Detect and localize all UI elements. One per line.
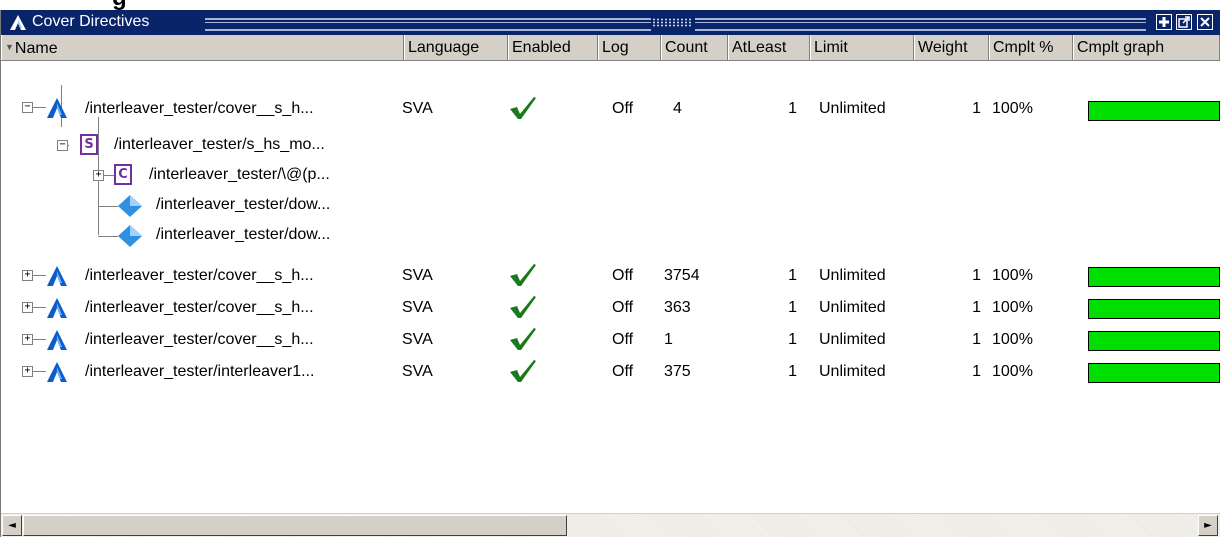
cover-directives-window: Cover Directives ▼Name Language Enabled … bbox=[0, 10, 1220, 537]
column-limit[interactable]: Limit bbox=[810, 35, 914, 60]
dock-button[interactable] bbox=[1156, 14, 1172, 30]
row-name: /interleaver_tester/cover__s_h... bbox=[85, 331, 314, 348]
expand-toggle[interactable]: + bbox=[22, 302, 33, 313]
column-language[interactable]: Language bbox=[404, 35, 508, 60]
row-cmplt-pct: 100% bbox=[992, 100, 1033, 117]
row-count: 3754 bbox=[664, 267, 700, 284]
row-weight: 1 bbox=[972, 100, 981, 117]
completion-bar bbox=[1088, 267, 1220, 287]
row-count: 1 bbox=[664, 331, 673, 348]
checkmark-icon bbox=[508, 294, 538, 325]
row-weight: 1 bbox=[972, 331, 981, 348]
titlebar-grip-right[interactable] bbox=[695, 18, 1146, 31]
row-name: /interleaver_tester/s_hs_mo... bbox=[114, 136, 325, 153]
row-cmplt-pct: 100% bbox=[992, 299, 1033, 316]
row-name: /interleaver_tester/dow... bbox=[156, 196, 331, 213]
sequence-icon: S bbox=[80, 134, 98, 155]
column-atleast[interactable]: AtLeast bbox=[728, 35, 810, 60]
column-log[interactable]: Log bbox=[598, 35, 661, 60]
cover-directive-icon bbox=[46, 297, 68, 324]
row-weight: 1 bbox=[972, 267, 981, 284]
row-limit: Unlimited bbox=[819, 267, 886, 284]
row-count: 363 bbox=[664, 299, 691, 316]
row-name: /interleaver_tester/cover__s_h... bbox=[85, 100, 314, 117]
checkmark-icon bbox=[508, 95, 538, 126]
expand-toggle[interactable]: + bbox=[22, 334, 33, 345]
scroll-thumb[interactable] bbox=[23, 515, 567, 536]
scroll-left-button[interactable]: ◄ bbox=[2, 515, 22, 536]
column-enabled[interactable]: Enabled bbox=[508, 35, 598, 60]
cover-directive-icon bbox=[46, 97, 68, 124]
row-log: Off bbox=[612, 363, 634, 380]
row-name: /interleaver_tester/interleaver1... bbox=[85, 363, 315, 380]
collapse-toggle[interactable]: − bbox=[22, 102, 33, 113]
cropped-heading: g bbox=[0, 0, 1221, 10]
expand-toggle[interactable]: + bbox=[22, 270, 33, 281]
column-header: ▼Name Language Enabled Log Count AtLeast… bbox=[1, 35, 1220, 61]
row-log: Off bbox=[612, 299, 634, 316]
expand-toggle[interactable]: + bbox=[93, 170, 104, 181]
cover-icon: C bbox=[114, 164, 132, 185]
sort-indicator-icon: ▼ bbox=[5, 42, 14, 52]
row-limit: Unlimited bbox=[819, 100, 886, 117]
completion-bar bbox=[1088, 101, 1220, 121]
row-limit: Unlimited bbox=[819, 331, 886, 348]
row-atleast: 1 bbox=[788, 363, 797, 380]
row-atleast: 1 bbox=[788, 299, 797, 316]
cover-directive-icon bbox=[46, 265, 68, 292]
row-atleast: 1 bbox=[788, 100, 797, 117]
row-count: 375 bbox=[664, 363, 691, 380]
row-cmplt-pct: 100% bbox=[992, 267, 1033, 284]
row-name: /interleaver_tester/dow... bbox=[156, 226, 331, 243]
checkmark-icon bbox=[508, 326, 538, 357]
row-name: /interleaver_tester/cover__s_h... bbox=[85, 267, 314, 284]
completion-bar bbox=[1088, 363, 1220, 383]
column-weight[interactable]: Weight bbox=[914, 35, 989, 60]
row-name: /interleaver_tester/\@(p... bbox=[149, 166, 330, 183]
titlebar: Cover Directives bbox=[1, 10, 1220, 35]
row-cmplt-pct: 100% bbox=[992, 363, 1033, 380]
expand-toggle[interactable]: + bbox=[22, 366, 33, 377]
row-name: /interleaver_tester/cover__s_h... bbox=[85, 299, 314, 316]
cover-directive-title-icon bbox=[9, 14, 27, 36]
row-weight: 1 bbox=[972, 299, 981, 316]
row-cmplt-pct: 100% bbox=[992, 331, 1033, 348]
diamond-signal-icon bbox=[117, 194, 143, 223]
row-weight: 1 bbox=[972, 363, 981, 380]
row-count: 4 bbox=[673, 100, 682, 117]
column-name[interactable]: ▼Name bbox=[1, 35, 404, 60]
completion-bar bbox=[1088, 331, 1220, 351]
checkmark-icon bbox=[508, 262, 538, 293]
row-language: SVA bbox=[402, 100, 433, 117]
row-language: SVA bbox=[402, 267, 433, 284]
row-limit: Unlimited bbox=[819, 363, 886, 380]
window-title: Cover Directives bbox=[32, 13, 150, 30]
row-limit: Unlimited bbox=[819, 299, 886, 316]
row-log: Off bbox=[612, 100, 634, 117]
cover-directive-icon bbox=[46, 329, 68, 356]
row-language: SVA bbox=[402, 299, 433, 316]
column-cmplt-graph[interactable]: Cmplt graph bbox=[1073, 35, 1220, 60]
horizontal-scrollbar[interactable]: ◄ ► bbox=[1, 513, 1220, 537]
scroll-right-button[interactable]: ► bbox=[1198, 515, 1218, 536]
column-cmplt-pct[interactable]: Cmplt % bbox=[989, 35, 1073, 60]
titlebar-grip-dots[interactable] bbox=[652, 18, 692, 27]
completion-bar bbox=[1088, 299, 1220, 319]
directives-tree: − /interleaver_tester/cover__s_h... SVA … bbox=[1, 61, 1220, 513]
diamond-signal-icon bbox=[117, 224, 143, 253]
column-count[interactable]: Count bbox=[661, 35, 728, 60]
cover-directive-icon bbox=[46, 361, 68, 388]
row-atleast: 1 bbox=[788, 331, 797, 348]
row-language: SVA bbox=[402, 363, 433, 380]
close-button[interactable] bbox=[1197, 14, 1213, 30]
undock-button[interactable] bbox=[1176, 14, 1192, 30]
row-log: Off bbox=[612, 331, 634, 348]
row-language: SVA bbox=[402, 331, 433, 348]
row-log: Off bbox=[612, 267, 634, 284]
row-atleast: 1 bbox=[788, 267, 797, 284]
checkmark-icon bbox=[508, 358, 538, 389]
titlebar-grip-left[interactable] bbox=[205, 18, 651, 31]
collapse-toggle[interactable]: − bbox=[57, 140, 68, 151]
cropped-heading-text: g bbox=[112, 0, 127, 10]
